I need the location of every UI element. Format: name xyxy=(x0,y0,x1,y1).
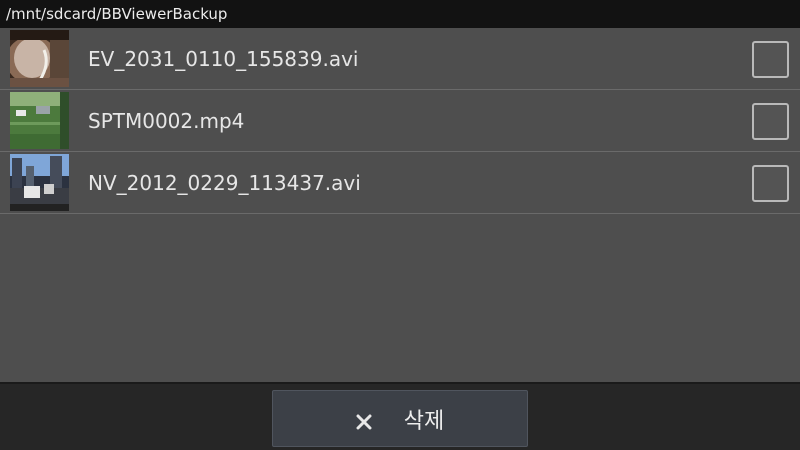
delete-label: 삭제 xyxy=(403,408,445,434)
file-checkbox[interactable] xyxy=(752,165,789,202)
file-name: SPTM0002.mp4 xyxy=(88,109,245,133)
file-manager-screen: /mnt/sdcard/BBViewerBackup EV_2031_0110_… xyxy=(0,0,800,450)
file-checkbox[interactable] xyxy=(752,41,789,78)
delete-button[interactable]: 삭제 xyxy=(272,390,528,447)
file-row[interactable]: EV_2031_0110_155839.avi xyxy=(0,28,800,90)
file-checkbox[interactable] xyxy=(752,103,789,140)
video-thumbnail xyxy=(10,30,69,87)
file-name: EV_2031_0110_155839.avi xyxy=(88,47,359,71)
file-row[interactable]: NV_2012_0229_113437.avi xyxy=(0,152,800,214)
video-thumbnail xyxy=(10,154,69,211)
video-thumbnail xyxy=(10,92,69,149)
file-list: EV_2031_0110_155839.avi SPTM0002.mp4 NV_… xyxy=(0,28,800,382)
current-path: /mnt/sdcard/BBViewerBackup xyxy=(0,0,800,28)
close-icon xyxy=(356,411,372,429)
file-name: NV_2012_0229_113437.avi xyxy=(88,171,361,195)
file-row[interactable]: SPTM0002.mp4 xyxy=(0,90,800,152)
action-bar: 삭제 xyxy=(0,382,800,450)
